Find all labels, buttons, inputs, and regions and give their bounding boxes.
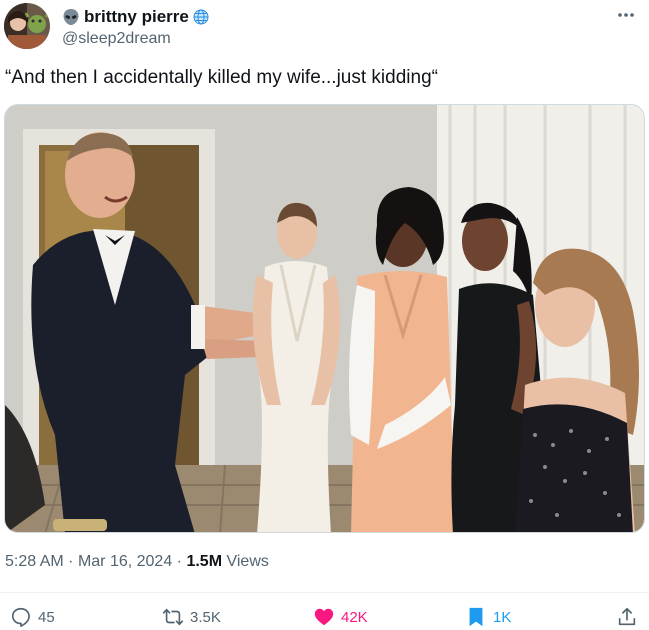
repost-button[interactable]: 3.5K <box>162 606 221 628</box>
globe-icon <box>193 9 209 25</box>
like-count: 42K <box>341 608 368 626</box>
heart-icon <box>314 608 334 626</box>
divider <box>0 592 649 593</box>
reply-icon <box>11 607 30 627</box>
views-count: 1.5M <box>186 553 223 570</box>
more-options-icon[interactable] <box>613 5 639 25</box>
reply-count: 45 <box>38 608 55 626</box>
name-row: brittny pierre <box>62 7 209 27</box>
tweet-meta: 5:28 AM · Mar 16, 2024 · 1.5M Views <box>5 553 269 571</box>
reply-button[interactable]: 45 <box>10 606 55 628</box>
tweet-header: brittny pierre @sleep2dream <box>4 3 639 49</box>
meta-separator: · <box>176 553 182 570</box>
tweet-photo[interactable] <box>4 104 645 533</box>
handle[interactable]: @sleep2dream <box>62 30 171 48</box>
tweet-text: “And then I accidentally killed my wife.… <box>5 67 438 88</box>
meta-separator: · <box>68 553 74 570</box>
repost-icon <box>162 608 184 626</box>
repost-count: 3.5K <box>190 608 221 626</box>
alien-icon <box>62 8 80 26</box>
tweet-date[interactable]: Mar 16, 2024 <box>78 553 172 570</box>
display-name[interactable]: brittny pierre <box>84 7 189 27</box>
tweet-time[interactable]: 5:28 AM <box>5 553 64 570</box>
action-bar: 45 3.5K 42K 1K <box>0 606 649 630</box>
like-button[interactable]: 42K <box>313 606 368 628</box>
bookmark-count: 1K <box>493 608 512 626</box>
bookmark-icon <box>469 607 483 627</box>
views-label: Views <box>226 553 269 570</box>
bookmark-button[interactable]: 1K <box>465 606 511 628</box>
share-icon <box>618 607 636 626</box>
share-button[interactable] <box>616 606 638 628</box>
avatar[interactable] <box>4 3 50 49</box>
